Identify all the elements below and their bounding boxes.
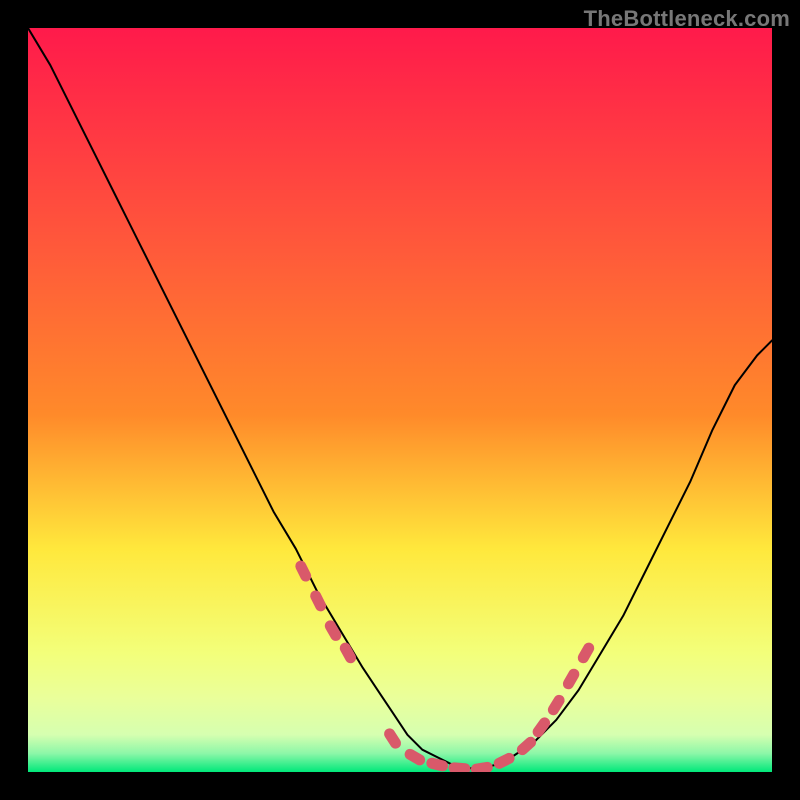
gradient-background [28, 28, 772, 772]
chart-frame: TheBottleneck.com [0, 0, 800, 800]
plot-area [28, 28, 772, 772]
bottleneck-chart [28, 28, 772, 772]
